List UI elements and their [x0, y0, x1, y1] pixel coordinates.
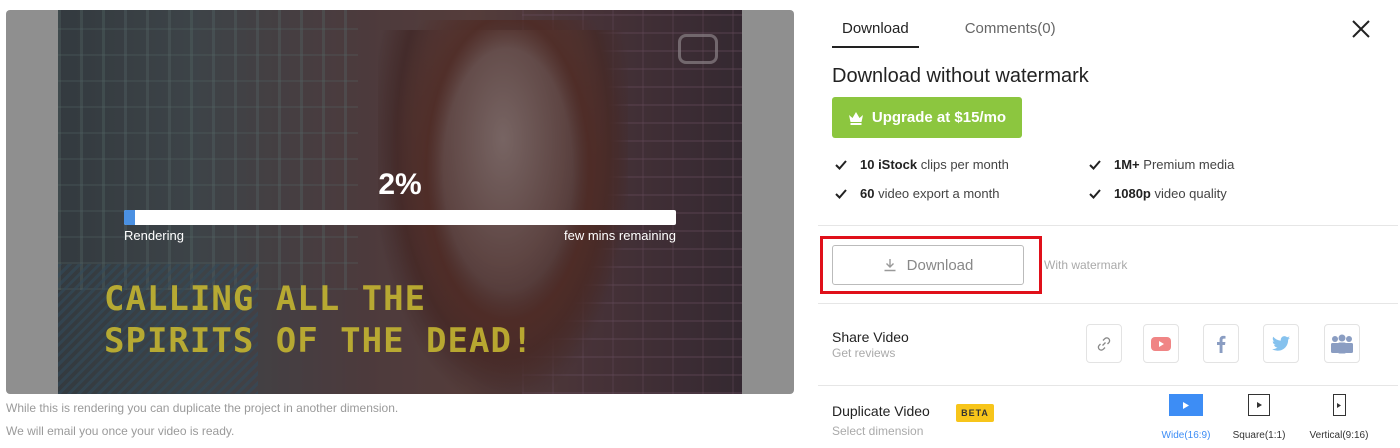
feature-item: 1080p video quality: [1088, 186, 1227, 201]
wide-thumbnail: [1169, 394, 1203, 416]
feature-bold: 1080p: [1114, 186, 1151, 201]
share-youtube-button[interactable]: [1143, 324, 1179, 363]
close-button[interactable]: [1350, 18, 1372, 40]
divider: [818, 303, 1398, 304]
download-icon: [884, 259, 896, 272]
upgrade-button[interactable]: Upgrade at $15/mo: [832, 97, 1022, 138]
download-dialog: CALLING ALL THE SPIRITS OF THE DEAD! 2% …: [0, 0, 1400, 448]
progress-remaining: few mins remaining: [564, 228, 676, 243]
share-twitter-button[interactable]: [1263, 324, 1299, 363]
divider: [818, 385, 1398, 386]
video-frame: CALLING ALL THE SPIRITS OF THE DEAD!: [58, 10, 742, 394]
watermark-note: With watermark: [1044, 258, 1128, 272]
tab-download[interactable]: Download: [832, 8, 919, 48]
progress-bar: [124, 210, 676, 225]
vertical-thumbnail: [1332, 394, 1346, 416]
share-subtitle: Get reviews: [832, 346, 896, 360]
download-button[interactable]: Download: [832, 245, 1024, 285]
youtube-icon: [1151, 336, 1171, 351]
feature-rest: clips per month: [917, 157, 1009, 172]
video-caption-text: CALLING ALL THE SPIRITS OF THE DEAD!: [104, 278, 533, 362]
dimension-label: Vertical(9:16): [1309, 430, 1369, 441]
progress-bar-fill: [124, 210, 136, 225]
facebook-icon: [1217, 335, 1226, 353]
share-link-button[interactable]: [1086, 324, 1122, 363]
tab-comments[interactable]: Comments(0): [955, 8, 1066, 48]
feature-text: 60 video export a month: [860, 186, 1000, 201]
team-icon: [1331, 334, 1353, 353]
feature-item: 10 iStock clips per month: [834, 157, 1009, 172]
upgrade-label: Upgrade at $15/mo: [871, 109, 1007, 126]
play-icon: [1183, 401, 1189, 409]
email-hint: We will email you once your video is rea…: [6, 424, 235, 438]
video-caption-line: SPIRITS OF THE DEAD!: [104, 321, 534, 361]
download-label: Download: [906, 256, 974, 274]
feature-bold: 1M+: [1114, 157, 1140, 172]
feature-item: 60 video export a month: [834, 186, 1000, 201]
divider: [818, 225, 1398, 226]
crown-icon: [848, 111, 863, 125]
feature-rest: video export a month: [874, 186, 1000, 201]
share-team-button[interactable]: [1324, 324, 1360, 363]
dimension-option-wide[interactable]: Wide(16:9): [1151, 394, 1221, 441]
check-icon: [835, 188, 847, 199]
close-icon: [1352, 20, 1370, 38]
feature-bold: 60: [860, 186, 875, 201]
play-icon: [1256, 402, 1262, 408]
feature-text: 1080p video quality: [1114, 186, 1227, 201]
feature-item: 1M+ Premium media: [1088, 157, 1234, 172]
dimension-option-vertical[interactable]: Vertical(9:16): [1304, 394, 1374, 441]
check-icon: [1089, 188, 1101, 199]
share-facebook-button[interactable]: [1203, 324, 1239, 363]
check-icon: [1089, 159, 1101, 170]
render-hint: While this is rendering you can duplicat…: [6, 401, 399, 415]
check-icon: [835, 159, 847, 170]
progress-percent: 2%: [378, 168, 422, 201]
duplicate-title: Duplicate Video: [832, 403, 930, 419]
progress-status: Rendering: [124, 228, 184, 243]
video-caption-line: CALLING ALL THE: [104, 279, 427, 319]
twitter-icon: [1272, 336, 1290, 351]
feature-rest: Premium media: [1139, 157, 1235, 172]
duplicate-subtitle: Select dimension: [832, 424, 924, 438]
download-heading: Download without watermark: [832, 65, 1089, 87]
panel-tabs: Download Comments(0): [832, 8, 1066, 48]
dimension-option-square[interactable]: Square(1:1): [1224, 394, 1294, 441]
video-preview: CALLING ALL THE SPIRITS OF THE DEAD! 2% …: [6, 10, 794, 394]
feature-text: 1M+ Premium media: [1114, 157, 1234, 172]
link-icon: [1097, 336, 1111, 351]
feature-rest: video quality: [1150, 186, 1227, 201]
square-thumbnail: [1248, 394, 1270, 416]
feature-bold: 10 iStock: [860, 157, 918, 172]
share-title: Share Video: [832, 329, 909, 345]
feature-text: 10 iStock clips per month: [860, 157, 1009, 172]
beta-badge: BETA: [956, 404, 994, 422]
play-icon: [1337, 402, 1341, 408]
